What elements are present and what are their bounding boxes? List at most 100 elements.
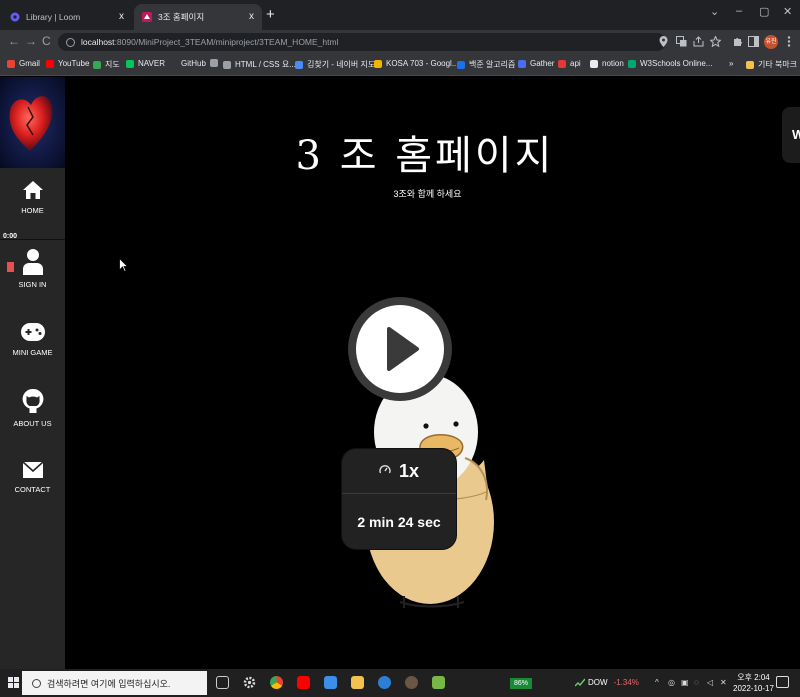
windows-taskbar: 검색하려면 여기에 입력하십시오. 86% DOW -1.34% ^ ◎ ▣ ◌ … bbox=[0, 669, 800, 697]
eclipse-taskbar-icon[interactable] bbox=[405, 676, 418, 689]
playback-speed-button[interactable]: 1x bbox=[342, 449, 456, 493]
tab-close-icon[interactable]: x bbox=[119, 11, 124, 22]
bookmark-gmail[interactable]: Gmail bbox=[7, 59, 40, 68]
naver-icon bbox=[126, 59, 134, 68]
notification-icon[interactable] bbox=[776, 676, 789, 688]
browser-tab-strip: Library | Loom x 3조 홈페이지 x + ⌄ – ▢ ✕ bbox=[0, 0, 800, 30]
tray-app-icon[interactable]: ◎ bbox=[668, 678, 675, 687]
bookmarks-bar: Gmail YouTube 지도 NAVER GitHub HTML / CSS… bbox=[0, 54, 800, 76]
gmail-icon bbox=[7, 59, 15, 68]
search-icon bbox=[32, 678, 41, 688]
site-info-icon[interactable] bbox=[66, 37, 75, 47]
sidebar-item-contact[interactable]: CONTACT bbox=[0, 460, 65, 494]
bookmark-github[interactable]: GitHub bbox=[169, 59, 206, 68]
tab-3team-home[interactable]: 3조 홈페이지 x bbox=[134, 4, 262, 30]
bookmark-kosa[interactable]: KOSA 703 - Googl... bbox=[374, 59, 458, 68]
bookmark-api[interactable]: api bbox=[558, 59, 581, 68]
side-panel-icon[interactable] bbox=[748, 36, 759, 47]
taskbar-clock[interactable]: 오후 2:04 2022-10-17 bbox=[733, 672, 774, 694]
bookmark-star-icon[interactable] bbox=[709, 35, 722, 48]
page-title: 3 조 홈페이지 bbox=[295, 133, 555, 179]
folder-icon bbox=[746, 60, 754, 69]
tray-display-icon[interactable]: ▣ bbox=[681, 678, 689, 687]
close-window-button[interactable]: ✕ bbox=[783, 5, 792, 18]
sidebar-item-sign-in[interactable]: SIGN IN bbox=[0, 248, 65, 289]
youtube-taskbar-icon[interactable] bbox=[297, 676, 310, 689]
reload-button[interactable]: C bbox=[42, 34, 51, 48]
bookmark-maps[interactable]: 지도 bbox=[93, 59, 120, 70]
tab-library-loom[interactable]: Library | Loom x bbox=[2, 4, 132, 30]
minimize-button[interactable]: – bbox=[736, 5, 742, 17]
playback-speed: 1x bbox=[398, 460, 420, 481]
notion-icon bbox=[590, 59, 598, 68]
vscode-taskbar-icon[interactable] bbox=[324, 676, 337, 689]
page-subtitle: 3조와 함께 하세요 bbox=[393, 189, 462, 199]
bookmark-naver-map[interactable]: 김찾기 - 네이버 지도 bbox=[295, 59, 375, 70]
bookmark-html-css[interactable]: HTML / CSS 요... bbox=[223, 59, 296, 70]
location-icon[interactable] bbox=[658, 36, 669, 47]
bookmark-naver[interactable]: NAVER bbox=[126, 59, 165, 68]
tab-close-icon[interactable]: x bbox=[249, 11, 254, 22]
stock-change: -1.34% bbox=[613, 678, 639, 687]
gamepad-icon bbox=[20, 323, 45, 341]
bookmark-file[interactable] bbox=[210, 59, 222, 67]
file-explorer-icon[interactable] bbox=[351, 676, 364, 689]
youtube-icon bbox=[46, 59, 54, 68]
chrome-taskbar-icon[interactable] bbox=[270, 676, 283, 689]
stock-chart-icon bbox=[574, 678, 586, 690]
character-taskbar-icon[interactable] bbox=[432, 676, 445, 689]
app-taskbar-icon[interactable] bbox=[378, 676, 391, 689]
bookmark-gather[interactable]: Gather bbox=[518, 59, 554, 68]
stock-ticker[interactable]: DOW -1.34% bbox=[588, 678, 639, 687]
gather-icon bbox=[518, 59, 526, 68]
bookmark-baekjoon[interactable]: 백준 알고리즘 bbox=[457, 59, 515, 70]
task-view-icon[interactable] bbox=[216, 676, 229, 689]
github-icon bbox=[22, 388, 43, 413]
sidebar-item-label: SIGN IN bbox=[18, 280, 47, 289]
wifi-icon[interactable]: ◌ bbox=[694, 678, 699, 687]
play-button[interactable] bbox=[347, 275, 453, 415]
sidebar-item-mini-game[interactable]: MINI GAME bbox=[0, 321, 65, 357]
translate-icon[interactable] bbox=[676, 36, 687, 47]
new-tab-button[interactable]: + bbox=[266, 6, 275, 23]
loom-favicon-icon bbox=[10, 12, 20, 22]
tab-title: Library | Loom bbox=[26, 12, 81, 22]
battery-indicator[interactable]: 86% bbox=[510, 678, 532, 689]
extensions-icon[interactable] bbox=[732, 36, 743, 47]
address-bar[interactable]: localhost:8090/MiniProject_3TEAM/minipro… bbox=[58, 33, 666, 51]
map-pin-icon bbox=[295, 60, 303, 69]
sidebar-item-label: CONTACT bbox=[14, 485, 51, 494]
github-icon bbox=[169, 59, 177, 68]
edge-tab-button[interactable]: W bbox=[782, 107, 800, 163]
tray-chevron-icon[interactable]: ^ bbox=[655, 678, 659, 687]
baekjoon-icon bbox=[457, 60, 465, 69]
taskbar-search-input[interactable]: 검색하려면 여기에 입력하십시오. bbox=[22, 671, 207, 695]
document-icon bbox=[223, 60, 231, 69]
windows-start-icon[interactable] bbox=[8, 677, 20, 689]
page-favicon-icon bbox=[142, 12, 152, 22]
sidebar-item-about-us[interactable]: ABOUT US bbox=[0, 388, 65, 428]
share-icon[interactable] bbox=[693, 36, 704, 47]
clock-time: 오후 2:04 bbox=[737, 673, 770, 682]
language-icon[interactable]: ✕ bbox=[720, 678, 727, 687]
api-icon bbox=[558, 59, 566, 68]
speed-gauge-icon bbox=[379, 464, 391, 479]
loom-divider bbox=[0, 239, 65, 240]
more-bookmarks-button[interactable]: » bbox=[729, 59, 733, 68]
volume-icon[interactable]: ◁ bbox=[707, 678, 713, 687]
other-bookmarks[interactable]: 기타 북마크 bbox=[746, 59, 797, 70]
tab-title: 3조 홈페이지 bbox=[158, 12, 205, 22]
settings-gear-icon[interactable] bbox=[243, 676, 256, 689]
chrome-menu-icon[interactable] bbox=[783, 36, 794, 47]
restore-button[interactable]: ▢ bbox=[759, 5, 769, 18]
sidebar-item-label: HOME bbox=[21, 206, 44, 215]
w3schools-icon bbox=[628, 59, 636, 68]
bookmark-w3schools[interactable]: W3Schools Online... bbox=[628, 59, 712, 68]
bookmark-youtube[interactable]: YouTube bbox=[46, 59, 89, 68]
bookmark-notion[interactable]: notion bbox=[590, 59, 624, 68]
profile-avatar[interactable]: 유진 bbox=[764, 35, 778, 49]
forward-button[interactable]: → bbox=[25, 34, 37, 48]
mouse-cursor-icon bbox=[119, 257, 129, 277]
tab-search-icon[interactable]: ⌄ bbox=[710, 5, 719, 18]
back-button[interactable]: ← bbox=[8, 34, 20, 48]
